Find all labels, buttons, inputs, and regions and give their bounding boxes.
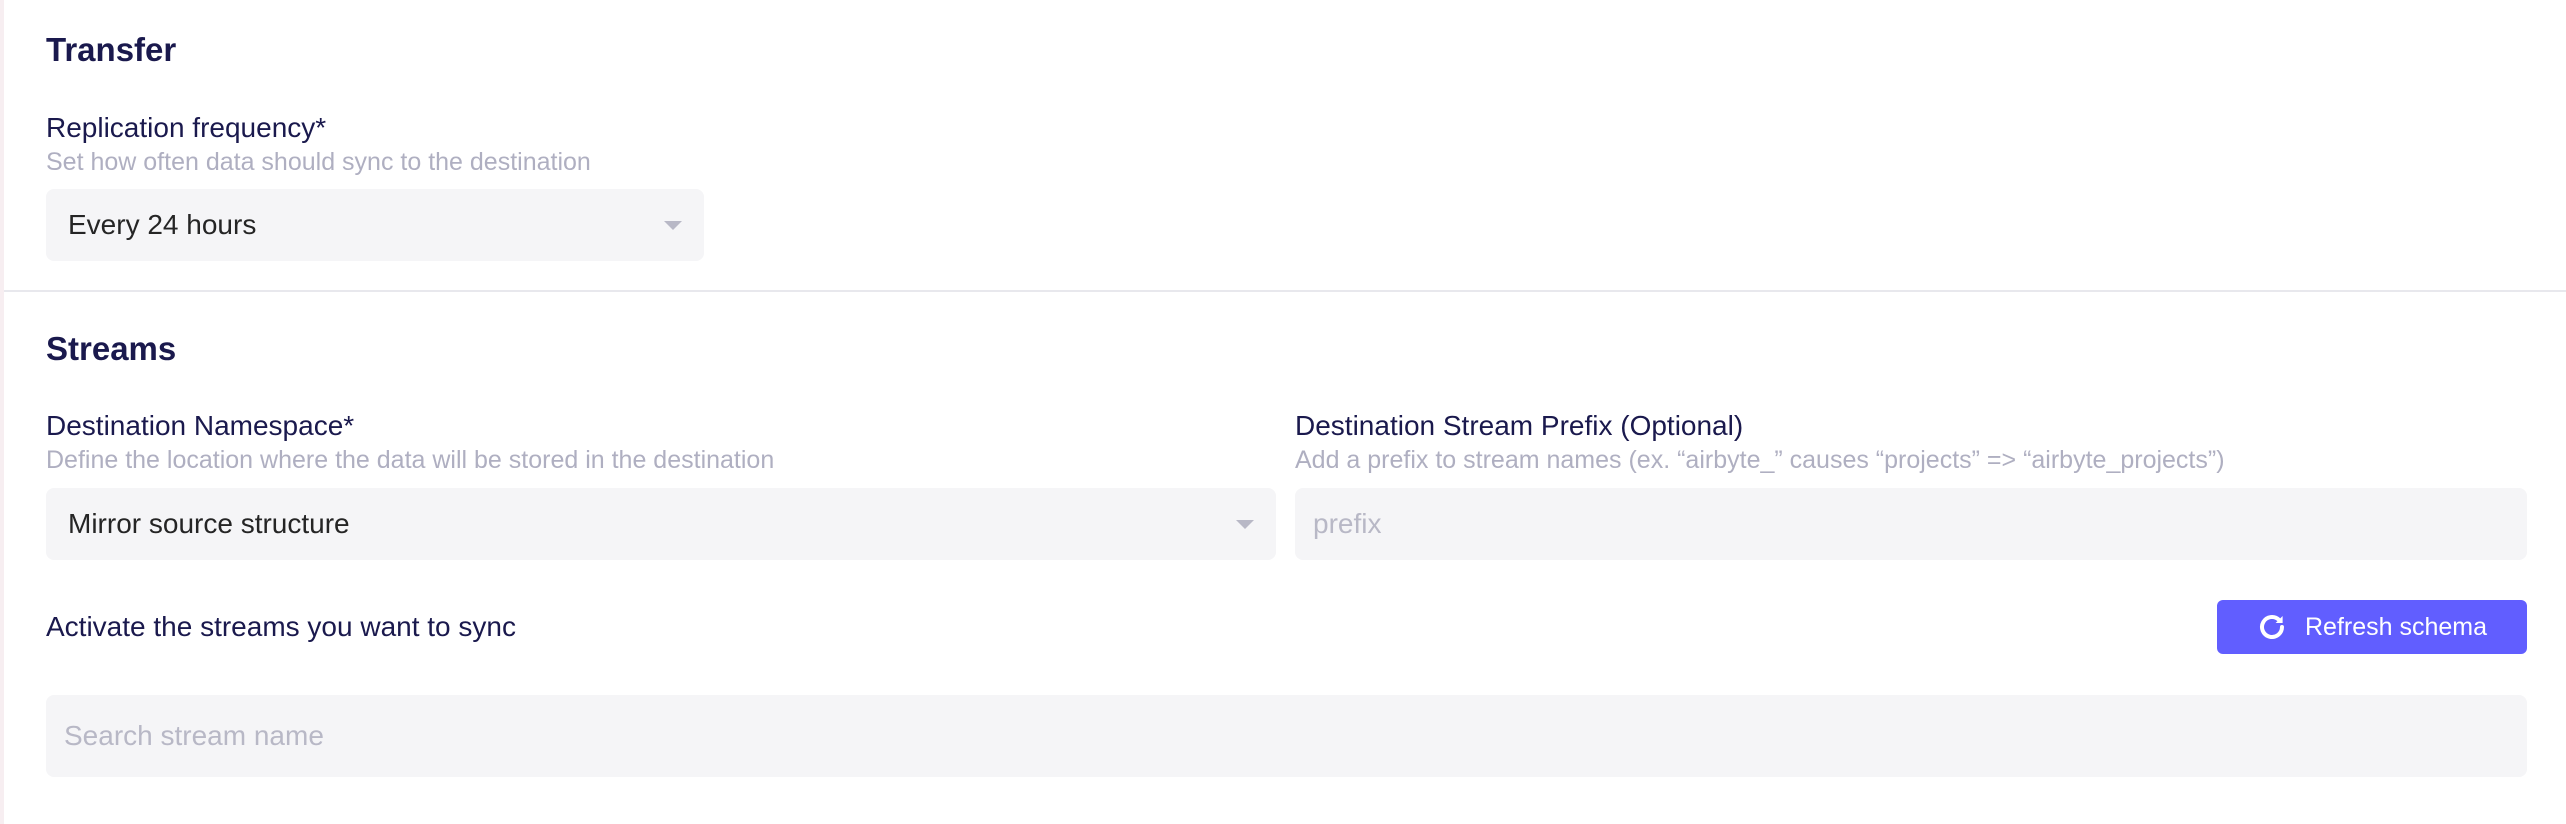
destination-prefix-input[interactable] [1295,488,2527,560]
streams-section-title: Streams [46,330,177,367]
destination-namespace-label: Destination Namespace* [46,410,355,441]
destination-namespace-help: Define the location where the data will … [46,446,775,474]
connection-settings-page: Transfer Replication frequency* Set how … [0,0,2566,824]
destination-namespace-dropdown[interactable]: Mirror source structure [46,488,1276,560]
replication-frequency-help: Set how often data should sync to the de… [46,148,591,176]
refresh-icon [2257,612,2287,642]
activate-streams-label: Activate the streams you want to sync [46,611,516,642]
replication-frequency-dropdown[interactable]: Every 24 hours [46,189,704,261]
search-stream-input[interactable] [46,695,2527,777]
refresh-schema-button[interactable]: Refresh schema [2217,600,2527,654]
replication-frequency-label: Replication frequency* [46,112,327,143]
replication-frequency-selected: Every 24 hours [68,209,257,240]
transfer-section-title: Transfer [46,31,177,68]
destination-prefix-help: Add a prefix to stream names (ex. “airby… [1295,446,2225,474]
refresh-schema-label: Refresh schema [2304,612,2488,641]
destination-prefix-label: Destination Stream Prefix (Optional) [1295,410,1744,441]
streams-section: Streams Destination Namespace* Define th… [4,292,2566,824]
chevron-down-icon [664,220,682,230]
transfer-section: Transfer Replication frequency* Set how … [4,0,2566,292]
chevron-down-icon [1236,519,1254,529]
destination-namespace-selected: Mirror source structure [68,508,350,539]
